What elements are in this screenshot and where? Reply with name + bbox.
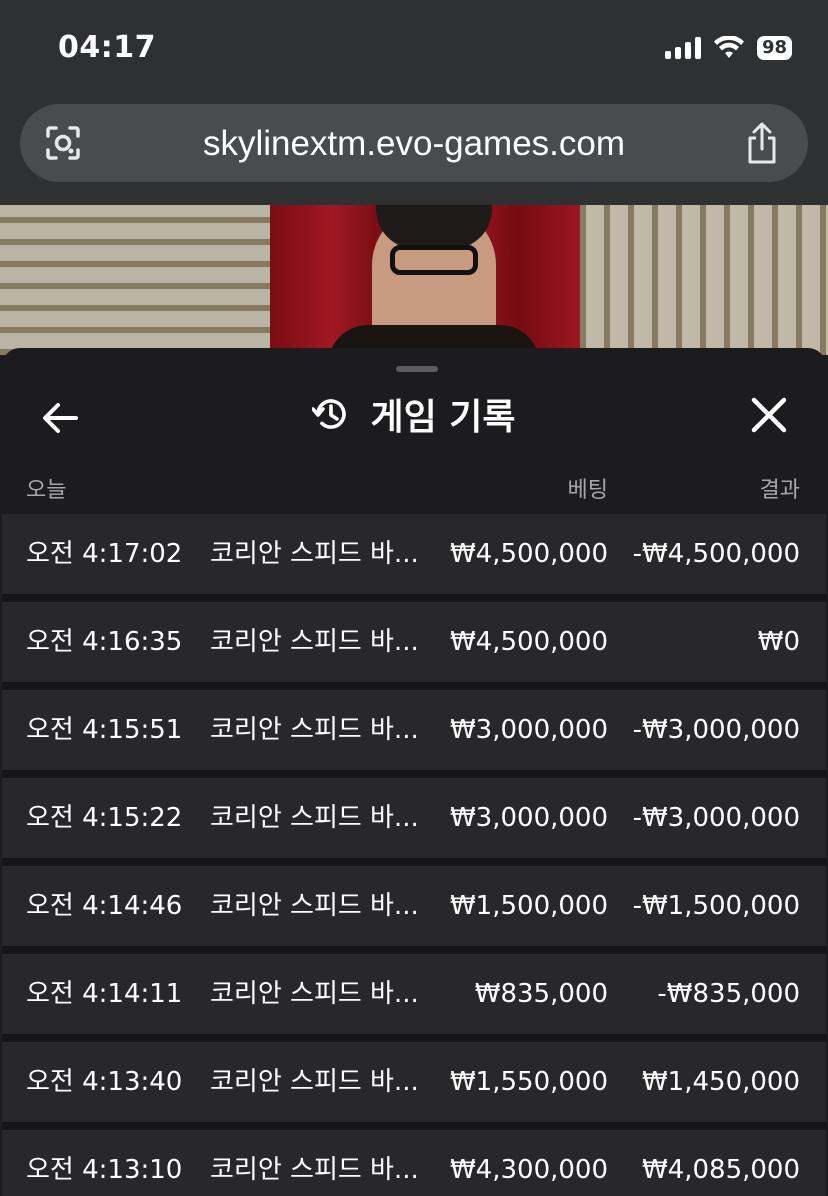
column-header-result: 결과 [759,478,800,503]
row-bet: ₩835,000 [474,979,608,1009]
row-game: 코리안 스피드 바... [210,803,419,833]
close-icon[interactable] [750,396,788,434]
history-row[interactable]: 오전 4:13:40 코리안 스피드 바... ₩1,550,000 ₩1,45… [2,1042,826,1130]
row-game: 코리안 스피드 바... [210,539,419,569]
row-game: 코리안 스피드 바... [210,1155,419,1185]
sheet-grabber[interactable] [396,366,438,372]
status-time: 04:17 [58,30,156,65]
row-result: ₩0 [757,627,800,657]
address-bar[interactable]: skylinextm.evo-games.com [20,104,808,182]
row-time: 오전 4:15:51 [26,715,183,745]
row-result: -₩3,000,000 [632,803,800,833]
history-row[interactable]: 오전 4:16:35 코리안 스피드 바... ₩4,500,000 ₩0 [2,602,826,690]
row-result: -₩1,500,000 [632,891,800,921]
history-row[interactable]: 오전 4:15:51 코리안 스피드 바... ₩3,000,000 -₩3,0… [2,690,826,778]
share-icon[interactable] [744,122,780,164]
cellular-signal-icon [664,37,701,59]
lattice-wall-left [0,205,270,355]
browser-chrome: 04:17 98 skylinextm.evo-games.com [0,0,828,205]
url-text[interactable]: skylinextm.evo-games.com [20,124,808,164]
history-row[interactable]: 오전 4:14:11 코리안 스피드 바... ₩835,000 -₩835,0… [2,954,826,1042]
row-game: 코리안 스피드 바... [210,627,419,657]
row-time: 오전 4:14:11 [26,979,183,1009]
row-time: 오전 4:16:35 [26,627,183,657]
row-result: -₩835,000 [657,979,800,1009]
column-header-bet: 베팅 [567,478,608,503]
history-row[interactable]: 오전 4:17:02 코리안 스피드 바... ₩4,500,000 -₩4,5… [2,514,826,602]
dealer-glasses [390,245,478,275]
row-bet: ₩4,300,000 [449,1155,608,1185]
row-time: 오전 4:14:46 [26,891,183,921]
row-result: ₩4,085,000 [641,1155,800,1185]
history-row[interactable]: 오전 4:15:22 코리안 스피드 바... ₩3,000,000 -₩3,0… [2,778,826,866]
row-result: -₩4,500,000 [632,539,800,569]
history-row[interactable]: 오전 4:14:46 코리안 스피드 바... ₩1,500,000 -₩1,5… [2,866,826,954]
sheet-header: 게임 기록 [2,388,826,440]
history-list: 오전 4:17:02 코리안 스피드 바... ₩4,500,000 -₩4,5… [2,514,826,1196]
row-time: 오전 4:15:22 [26,803,183,833]
lattice-wall-right [580,205,828,355]
row-game: 코리안 스피드 바... [210,891,419,921]
history-row[interactable]: 오전 4:13:10 코리안 스피드 바... ₩4,300,000 ₩4,08… [2,1130,826,1196]
row-result: -₩3,000,000 [632,715,800,745]
status-icons: 98 [664,36,792,60]
row-time: 오전 4:13:10 [26,1155,183,1185]
column-header-today: 오늘 [26,478,67,503]
game-history-sheet: 게임 기록 오늘 베팅 결과 오전 4:17:02 코리안 스피드 바... ₩… [2,348,826,1196]
row-bet: ₩4,500,000 [449,627,608,657]
row-game: 코리안 스피드 바... [210,979,419,1009]
row-time: 오전 4:13:40 [26,1067,183,1097]
battery-indicator: 98 [756,36,792,60]
history-icon [312,399,347,429]
row-game: 코리안 스피드 바... [210,1067,419,1097]
row-bet: ₩3,000,000 [449,803,608,833]
row-bet: ₩1,550,000 [449,1067,608,1097]
row-bet: ₩1,500,000 [449,891,608,921]
row-bet: ₩3,000,000 [449,715,608,745]
row-time: 오전 4:17:02 [26,539,183,569]
wifi-icon [713,36,744,58]
row-game: 코리안 스피드 바... [210,715,419,745]
row-bet: ₩4,500,000 [449,539,608,569]
row-result: ₩1,450,000 [641,1067,800,1097]
page-title: 게임 기록 [370,397,516,438]
live-video-stream [0,205,828,355]
